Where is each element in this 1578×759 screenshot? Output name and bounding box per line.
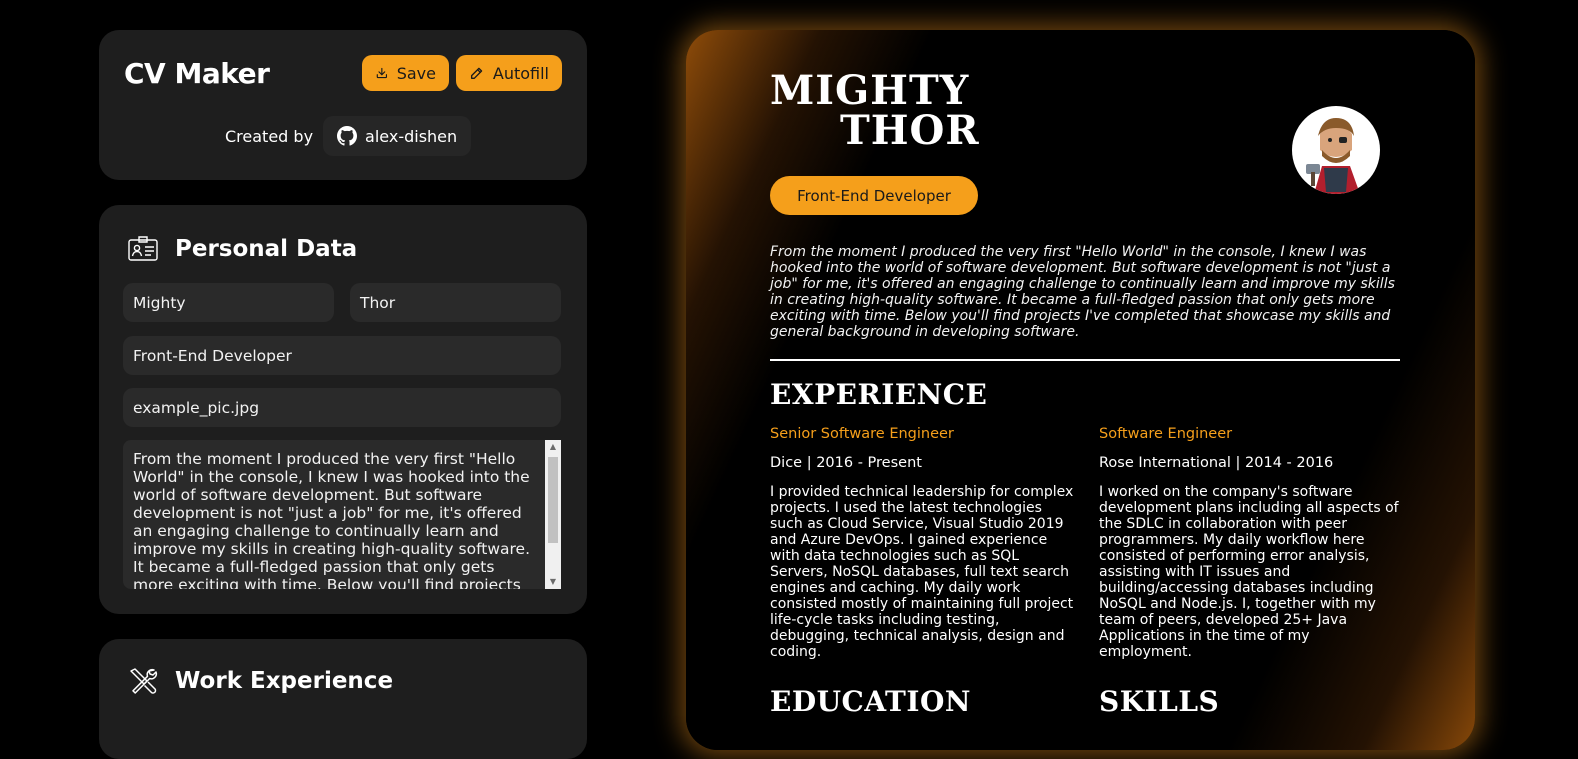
cv-last-name: THOR [840, 107, 980, 154]
cv-skills-heading: SKILLS [1099, 685, 1220, 718]
avatar-illustration [1306, 118, 1360, 194]
personal-data-header: Personal Data [127, 233, 357, 265]
cv-job-description: I worked on the company's software devel… [1099, 484, 1399, 660]
work-experience-header: Work Experience [127, 665, 393, 697]
cv-role-badge: Front-End Developer [770, 176, 978, 215]
job-title-input[interactable]: Front-End Developer [123, 336, 561, 375]
github-link[interactable]: alex-dishen [323, 116, 472, 156]
first-name-input[interactable]: Mighty [123, 283, 334, 322]
cv-job-meta: Rose International | 2014 - 2016 [1099, 455, 1334, 471]
download-icon [376, 67, 388, 79]
created-by-row: Created by alex-dishen [225, 116, 472, 156]
last-name-input[interactable]: Thor [350, 283, 561, 322]
pencil-icon [470, 67, 483, 79]
app-title: CV Maker [124, 57, 270, 90]
cv-experience-heading: EXPERIENCE [770, 378, 988, 411]
cv-avatar [1292, 106, 1380, 194]
header-card: CV Maker Save Autofill Created by alex-d… [99, 30, 587, 180]
tools-icon [130, 668, 158, 694]
cv-education-heading: EDUCATION [770, 685, 971, 718]
about-textarea[interactable]: From the moment I produced the very firs… [123, 440, 561, 589]
created-by-label: Created by [225, 126, 314, 146]
cv-job-entry: Software Engineer Rose International | 2… [1099, 426, 1404, 660]
personal-data-card: Personal Data Mighty Thor Front-End Deve… [99, 205, 587, 614]
scroll-down-arrow-icon[interactable]: ▼ [545, 575, 561, 589]
github-icon [337, 126, 358, 146]
cv-preview: MIGHTY THOR Front-End Developer From the… [686, 30, 1475, 750]
cv-job-description: I provided technical leadership for comp… [770, 484, 1074, 660]
cv-job-title: Software Engineer [1099, 426, 1233, 442]
cv-first-name: MIGHTY [770, 67, 970, 114]
autofill-button[interactable]: Autofill [456, 55, 562, 91]
scrollbar-thumb[interactable] [548, 457, 558, 543]
scroll-up-arrow-icon[interactable]: ▲ [545, 440, 561, 454]
textarea-scrollbar[interactable]: ▲ ▼ [545, 440, 561, 589]
cv-summary: From the moment I produced the very firs… [770, 244, 1395, 340]
cv-job-title: Senior Software Engineer [770, 426, 954, 442]
save-button[interactable]: Save [362, 55, 449, 91]
cv-divider [770, 359, 1400, 361]
github-username: alex-dishen [365, 126, 458, 146]
picture-file-input[interactable]: example_pic.jpg [123, 388, 561, 427]
cv-job-meta: Dice | 2016 - Present [770, 455, 922, 471]
id-card-icon [128, 236, 158, 261]
cv-job-entry: Senior Software Engineer Dice | 2016 - P… [770, 426, 1075, 660]
save-label: Save [396, 63, 436, 83]
autofill-label: Autofill [492, 63, 549, 83]
about-text: From the moment I produced the very firs… [133, 450, 531, 589]
work-experience-title: Work Experience [175, 668, 394, 694]
work-experience-card: Work Experience [99, 639, 587, 759]
personal-data-title: Personal Data [175, 236, 358, 262]
